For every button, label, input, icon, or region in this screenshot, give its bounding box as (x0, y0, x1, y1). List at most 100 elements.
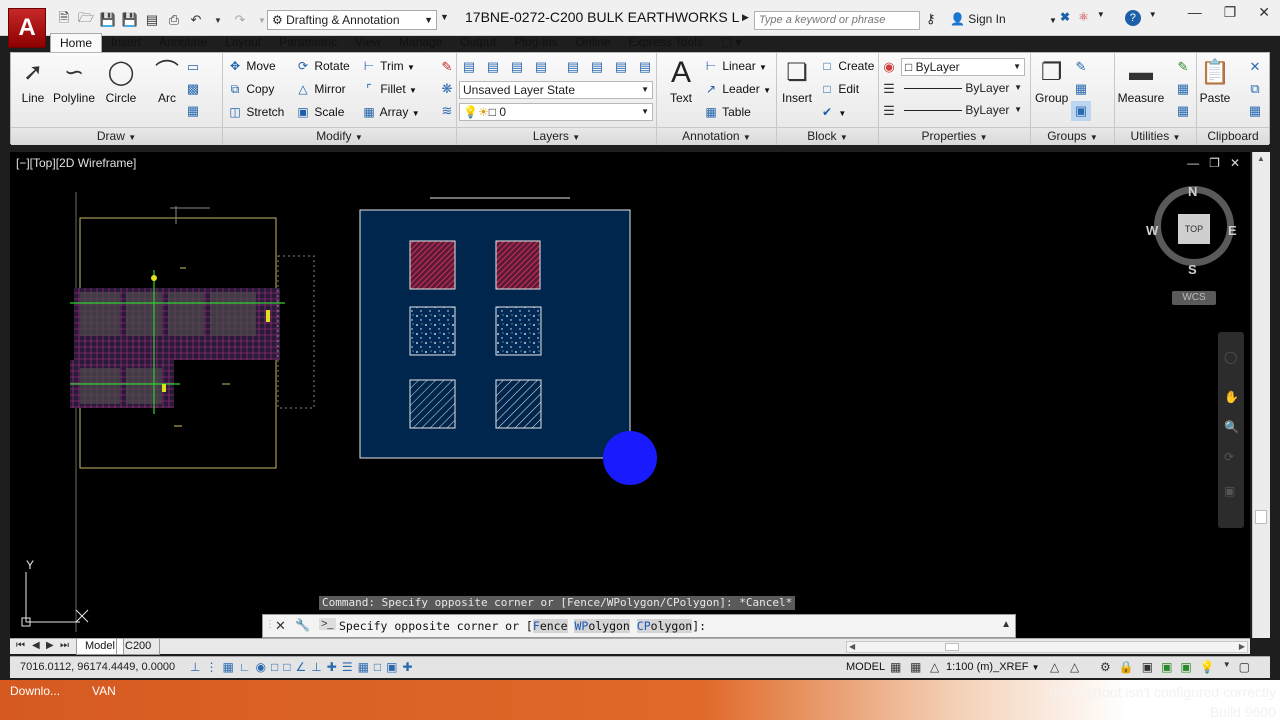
block-attribute-tool[interactable]: ✔ ▼ (819, 105, 846, 119)
taskbar-item-downloads[interactable]: Downlo... (10, 684, 60, 698)
tab-c200[interactable]: C200 (116, 639, 161, 655)
annotation-monitor-icon[interactable]: ✚ (403, 660, 413, 674)
orbit-icon[interactable]: ⟳ (1224, 450, 1234, 464)
clean-screen-icon[interactable]: ▢ (1239, 660, 1250, 674)
tab-plug-ins[interactable]: Plug-ins (505, 33, 566, 53)
linear-dimension-tool[interactable]: ⊢ Linear ▼ (703, 59, 767, 73)
tab-home[interactable]: Home (50, 33, 103, 53)
open-file-icon[interactable]: 🗁 (76, 10, 96, 30)
scroll-thumb[interactable] (945, 643, 959, 651)
layer-properties-icon[interactable]: ▤ (459, 57, 479, 77)
print-icon[interactable]: ⎙ (164, 10, 184, 30)
title-expand-icon[interactable]: ▶ (742, 12, 749, 23)
rectangle-icon[interactable]: ▭ (183, 57, 203, 77)
fillet-tool[interactable]: ⌜ Fillet ▼ (361, 82, 417, 96)
dyn-icon[interactable]: ✚ (327, 660, 337, 674)
tab-online[interactable]: Online (567, 33, 620, 53)
lightbulb-icon[interactable]: 💡 (1200, 660, 1215, 674)
save-as-icon[interactable]: 💾 (120, 10, 140, 30)
layer-freeze-icon[interactable]: ▤ (531, 57, 551, 77)
snap-icon[interactable]: ⋮ (205, 660, 217, 674)
wrench-icon[interactable]: 🔧 (295, 618, 310, 632)
offset-icon[interactable]: ≋ (437, 101, 457, 121)
layer-dropdown[interactable]: 💡☀□ 0 ▼ (459, 103, 653, 121)
panel-title-utilities[interactable]: Utilities ▼ (1115, 127, 1196, 145)
scroll-right-icon[interactable]: ▶ (1239, 642, 1245, 651)
redo-icon[interactable]: ↷ (230, 10, 250, 30)
new-file-icon[interactable]: 🗎 (54, 10, 74, 30)
viewport-controls-label[interactable]: [−][Top][2D Wireframe] (16, 156, 136, 170)
help-icon[interactable]: ? (1124, 10, 1141, 26)
first-layout-icon[interactable]: ⏮ (16, 640, 25, 651)
lineweight-toggle-icon[interactable]: ☰ (342, 660, 353, 674)
viewcube-top-face[interactable]: TOP (1178, 214, 1210, 244)
tab-manage[interactable]: Manage (390, 33, 451, 53)
panel-title-draw[interactable]: Draw ▼ (11, 127, 222, 145)
linetype-dropdown[interactable]: ByLayer ▼ (901, 102, 1025, 120)
ortho-icon[interactable]: ∟ (239, 660, 251, 674)
auto-scale-icon[interactable]: △ (1070, 660, 1079, 674)
option-wpolygon[interactable]: WPolygon (574, 619, 630, 633)
copy-with-base-icon[interactable]: ▦ (1245, 101, 1265, 121)
layer-walk-icon[interactable]: ▤ (611, 57, 631, 77)
erase-icon[interactable]: ✎ (437, 57, 457, 77)
paste-tool[interactable]: 📋 Paste (1199, 57, 1231, 105)
close-icon[interactable]: ✕ (1258, 4, 1270, 21)
otrack-icon[interactable]: ∠ (296, 660, 307, 674)
copy-tool[interactable]: ⧉ Copy (227, 82, 275, 97)
osnap-icon[interactable]: □ (271, 660, 278, 674)
array-tool[interactable]: ▦ Array ▼ (361, 105, 419, 119)
rotate-tool[interactable]: ⟳ Rotate (295, 59, 350, 73)
command-line[interactable]: ⋮ ✕ 🔧 >_ Specify opposite corner or [Fen… (262, 614, 1016, 638)
polar-icon[interactable]: ◉ (256, 660, 266, 674)
scale-tool[interactable]: ▣ Scale (295, 105, 344, 119)
region-icon[interactable]: ▦ (183, 101, 203, 121)
undo-icon[interactable]: ↶ (186, 10, 206, 30)
tab-annotate[interactable]: Annotate (150, 33, 216, 53)
tab-view[interactable]: View (346, 33, 390, 53)
chevron-down-icon[interactable]: ▼ (1097, 10, 1105, 26)
3d-osnap-icon[interactable]: □ (283, 660, 290, 674)
option-cpolygon[interactable]: CPolygon (636, 619, 693, 633)
zoom-icon[interactable]: 🔍 (1224, 420, 1239, 434)
workspace-switch-icon[interactable]: ⚙ (1100, 660, 1111, 674)
ribbon-minimize-toggle[interactable]: ▢ ▾ (712, 33, 751, 53)
scroll-up-icon[interactable]: ▲ (1257, 154, 1265, 163)
panel-title-layers[interactable]: Layers ▼ (457, 127, 656, 145)
infer-constraints-icon[interactable]: ⊥ (190, 660, 200, 674)
explode-icon[interactable]: ❋ (437, 79, 457, 99)
grid-icon[interactable]: ▦ (222, 660, 233, 674)
group-edit-icon[interactable]: ▦ (1071, 79, 1091, 99)
arc-tool[interactable]: ⌒ Arc (151, 57, 183, 105)
layer-match-icon[interactable]: ▤ (563, 57, 583, 77)
command-prompt-icon[interactable]: >_ (319, 618, 336, 630)
qat-customize-icon[interactable]: ▼ (440, 12, 449, 22)
isolate-objects-icon[interactable]: ▣ (1161, 660, 1172, 674)
polyline-tool[interactable]: ∽ Polyline (53, 57, 95, 105)
cursor-coordinates[interactable]: 7016.0112, 96174.4449, 0.0000 (20, 661, 175, 673)
measure-tool[interactable]: ▬ Measure (1111, 57, 1171, 105)
hatch-icon[interactable]: ▩ (183, 79, 203, 99)
selection-cycling-icon[interactable]: ▣ (386, 660, 397, 674)
select-all-icon[interactable]: ▦ (1173, 79, 1193, 99)
lock-icon[interactable]: 🔒 (1119, 660, 1134, 674)
tab-insert[interactable]: Insert (102, 33, 150, 53)
binoculars-icon[interactable]: ⚷ (926, 11, 936, 27)
scroll-thumb[interactable] (1255, 510, 1267, 524)
mirror-tool[interactable]: △ Mirror (295, 82, 345, 96)
showmotion-icon[interactable]: ▣ (1224, 484, 1235, 498)
last-layout-icon[interactable]: ⏭ (60, 640, 69, 651)
exchange-icon[interactable]: ✖ (1060, 10, 1070, 26)
chevron-down-icon[interactable]: ▼ (1149, 10, 1157, 26)
close-icon[interactable]: ✕ (275, 618, 286, 634)
hardware-acceleration-icon[interactable]: ▣ (1142, 660, 1153, 674)
status-menu-icon[interactable]: ▼ (1223, 660, 1231, 674)
group-tool[interactable]: ❐ Group (1035, 57, 1068, 105)
lineweight-icon[interactable]: ☰ (879, 79, 899, 99)
group-selection-icon[interactable]: ▣ (1071, 101, 1091, 121)
tab-output[interactable]: Output (451, 33, 505, 53)
layer-state-dropdown[interactable]: Unsaved Layer State ▼ (459, 81, 653, 99)
layer-isolate-icon[interactable]: ▤ (483, 57, 503, 77)
taskbar-item-van[interactable]: VAN (92, 684, 116, 698)
close-icon[interactable]: ✕ (1230, 156, 1240, 170)
